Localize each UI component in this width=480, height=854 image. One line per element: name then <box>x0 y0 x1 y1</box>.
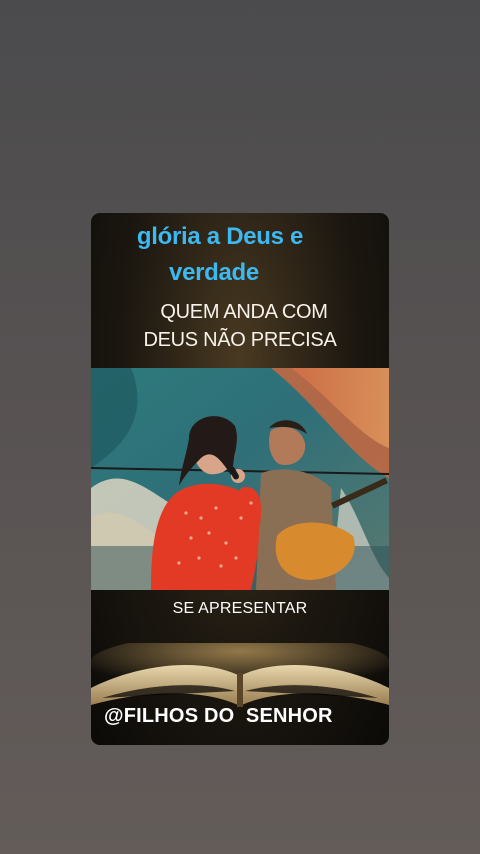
video-scene <box>91 368 389 590</box>
caption-line1: QUEM ANDA COM <box>160 301 328 323</box>
open-bible-image <box>91 633 389 713</box>
caption-line2: DEUS NÃO PRECISA <box>143 329 337 351</box>
story-title-line1: glória a Deus e <box>136 223 304 250</box>
watermark-handle: @FILHOS DO SENHOR <box>104 705 333 727</box>
video-frame[interactable] <box>91 368 389 590</box>
caption-bottom: SE APRESENTAR <box>172 600 308 617</box>
story-title-line2: verdade <box>169 259 259 286</box>
story-card[interactable]: glória a Deus e verdade QUEM ANDA COM DE… <box>91 213 389 745</box>
